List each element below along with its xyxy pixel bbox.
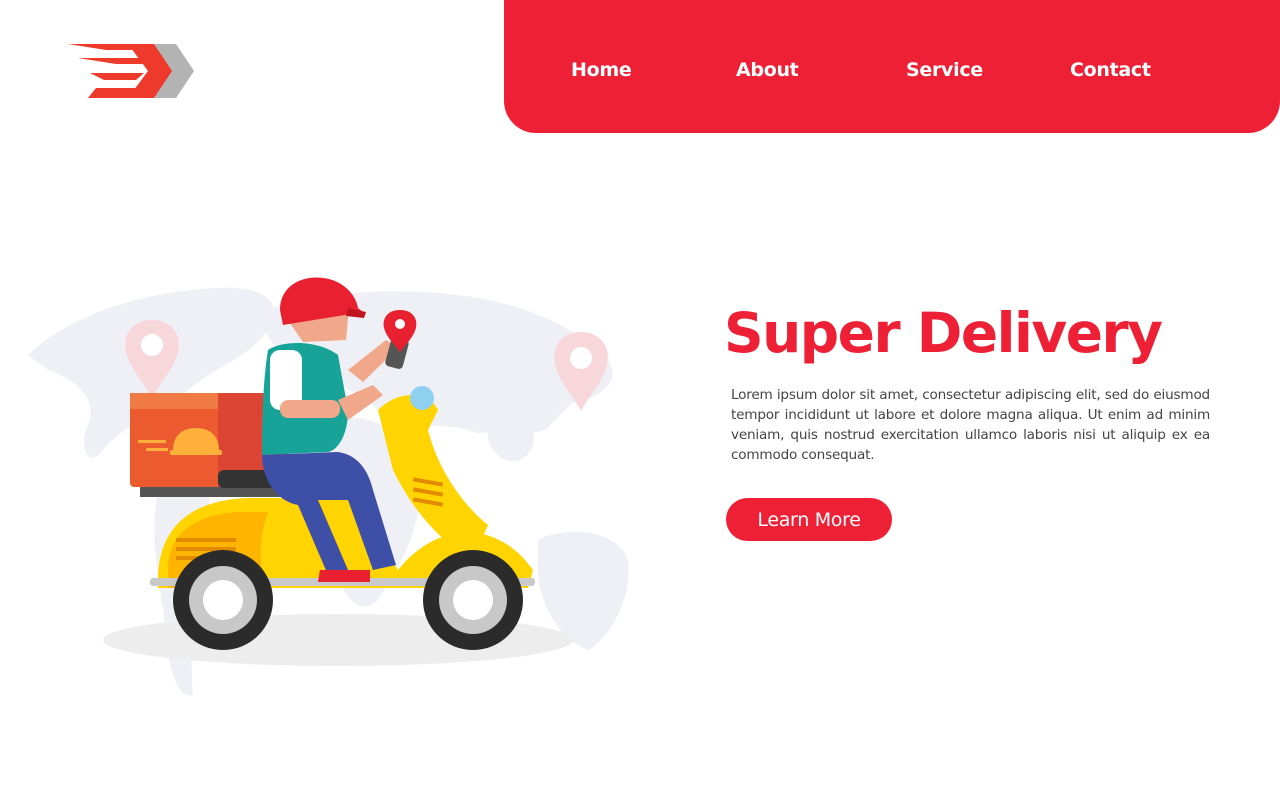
top-navigation: Home About Service Contact: [504, 0, 1280, 133]
nav-contact-link[interactable]: Contact: [1070, 58, 1151, 82]
brand-logo-icon[interactable]: [66, 40, 196, 102]
delivery-scooter-illustration: [28, 277, 629, 696]
nav-about-link[interactable]: About: [736, 58, 799, 82]
nav-service-link[interactable]: Service: [906, 58, 983, 82]
learn-more-button[interactable]: Learn More: [726, 498, 892, 541]
hero-description: Lorem ipsum dolor sit amet, consectetur …: [731, 387, 1210, 463]
hero-title: Super Delivery: [724, 301, 1163, 365]
nav-home-link[interactable]: Home: [571, 58, 632, 82]
